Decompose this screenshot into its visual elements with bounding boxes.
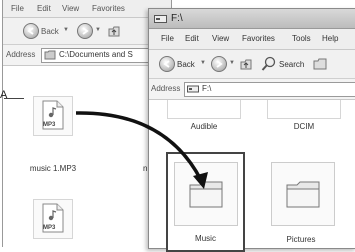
drag-arrow (75, 111, 208, 189)
